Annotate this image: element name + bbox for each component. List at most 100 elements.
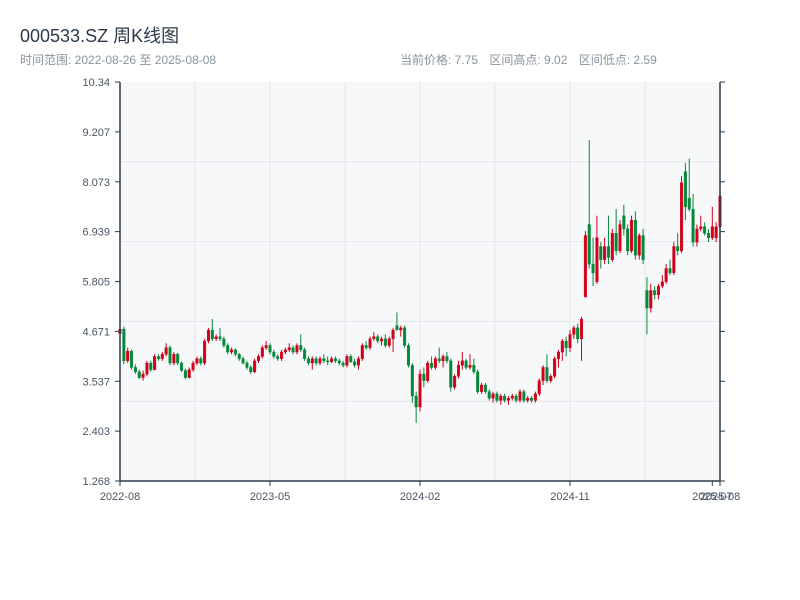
- candle-body: [387, 338, 391, 346]
- candle-body: [126, 350, 130, 362]
- candle-body: [214, 336, 218, 340]
- candle: [360, 343, 364, 361]
- candle-body: [195, 358, 199, 364]
- candle-body: [426, 362, 430, 381]
- candle-body: [506, 398, 510, 401]
- candle: [630, 215, 634, 254]
- candle: [180, 361, 184, 372]
- candle-body: [403, 327, 407, 346]
- candle-body: [683, 171, 687, 208]
- candle-body: [556, 351, 560, 359]
- candle-body: [595, 237, 599, 282]
- candle-body: [226, 345, 230, 353]
- candle-body: [503, 395, 507, 401]
- y-tick-label: 4.671: [82, 326, 110, 338]
- candle-body: [680, 182, 684, 252]
- candle-body: [130, 350, 134, 368]
- candle-body: [414, 395, 418, 408]
- candle-body: [295, 345, 299, 353]
- candle-body: [456, 365, 460, 377]
- candle-body: [476, 371, 480, 392]
- candle-body: [487, 391, 491, 399]
- candle-body: [437, 358, 441, 362]
- candle-body: [637, 235, 641, 256]
- candle: [449, 358, 453, 392]
- candle-body: [176, 354, 180, 364]
- candle-body: [380, 338, 384, 342]
- candle-body: [237, 354, 241, 359]
- candle-body: [268, 345, 272, 353]
- candle: [626, 224, 630, 256]
- y-tick-label: 1.268: [82, 476, 110, 488]
- candle-body: [664, 268, 668, 282]
- candle-body: [472, 365, 476, 373]
- candle-body: [133, 367, 137, 373]
- candle: [406, 343, 410, 368]
- candle-body: [222, 338, 226, 346]
- y-tick-label: 9.207: [82, 127, 110, 139]
- candle-body: [287, 347, 291, 351]
- candle-body: [337, 360, 341, 364]
- candle-body: [356, 358, 360, 366]
- candle-body: [441, 356, 445, 362]
- y-tick-label: 5.805: [82, 277, 110, 289]
- candle-body: [710, 226, 714, 238]
- candle-body: [345, 356, 349, 366]
- candle-body: [687, 197, 691, 210]
- candle: [206, 327, 210, 344]
- x-tick-label: 2022-08: [100, 491, 140, 503]
- candle: [183, 368, 187, 380]
- candle-body: [660, 281, 664, 287]
- candle-body: [249, 367, 253, 373]
- candle-body: [599, 246, 603, 260]
- candle-body: [591, 263, 595, 274]
- candle-body: [518, 391, 522, 401]
- candle-body: [406, 345, 410, 366]
- candle-body: [183, 370, 187, 378]
- candle-body: [460, 360, 464, 366]
- candle-body: [172, 354, 176, 364]
- candle-body: [318, 358, 322, 364]
- candle-body: [260, 347, 264, 357]
- x-tick-label: 2025-08: [700, 491, 740, 503]
- candle-body: [280, 351, 284, 359]
- candle-body: [306, 358, 310, 364]
- candle-body: [483, 384, 487, 392]
- x-tick-label: 2023-05: [250, 491, 290, 503]
- candle-body: [568, 334, 572, 348]
- candle-body: [668, 268, 672, 274]
- candle-body: [618, 224, 622, 252]
- candle-body: [283, 349, 287, 353]
- candle-body: [391, 329, 395, 340]
- candle-body: [580, 318, 584, 340]
- candle: [476, 369, 480, 394]
- candle-body: [641, 235, 645, 260]
- candle-body: [464, 360, 468, 368]
- candle-body: [603, 246, 607, 260]
- candle-body: [141, 373, 145, 378]
- candle-body: [180, 362, 184, 371]
- candle: [130, 349, 134, 370]
- candle-body: [199, 358, 203, 364]
- candle-body: [549, 376, 553, 381]
- candle-body: [656, 285, 660, 296]
- candle: [418, 369, 422, 412]
- candle: [583, 231, 587, 298]
- candle-body: [372, 336, 376, 340]
- candle-body: [368, 338, 372, 348]
- candle-body: [399, 327, 403, 331]
- candle-body: [156, 356, 160, 359]
- candle-body: [572, 327, 576, 335]
- candle-body: [706, 233, 710, 238]
- candle-body: [418, 373, 422, 408]
- candle: [145, 360, 149, 377]
- candle-body: [468, 365, 472, 368]
- candle-body: [537, 380, 541, 395]
- candle-body: [264, 345, 268, 348]
- candle-body: [149, 362, 153, 370]
- candle-body: [164, 347, 168, 355]
- candle-body: [360, 345, 364, 359]
- candle: [553, 356, 557, 379]
- y-tick-label: 3.537: [82, 376, 110, 388]
- candle-body: [122, 328, 126, 362]
